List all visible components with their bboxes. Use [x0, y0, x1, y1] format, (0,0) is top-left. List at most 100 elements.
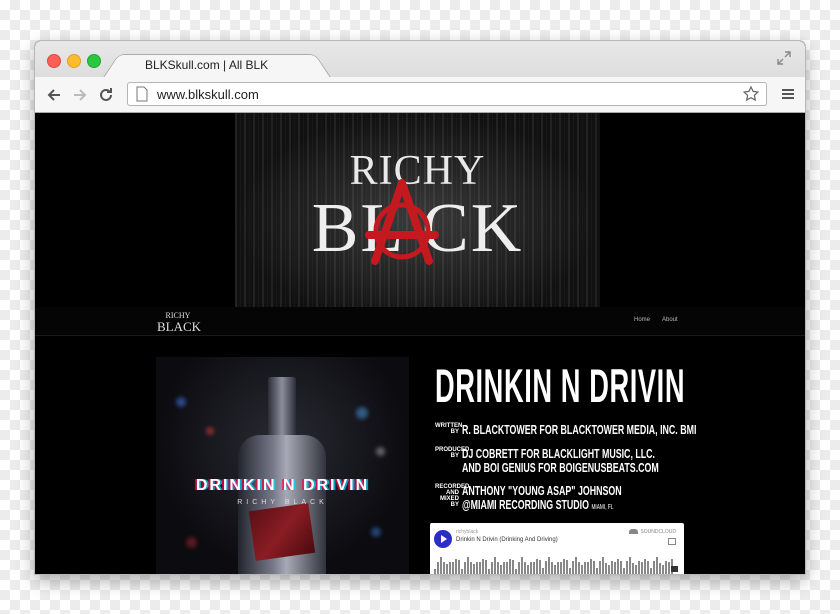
waveform-bar [512, 560, 514, 574]
waveform-bar [503, 561, 505, 574]
waveform-bar [467, 557, 469, 574]
waveform-bar [665, 561, 667, 574]
album-title: DRINKIN N DRIVIN [195, 477, 370, 494]
waveform-bar [488, 568, 490, 574]
waveform-bar [458, 559, 460, 574]
waveform-bar [647, 560, 649, 574]
waveform-bar [650, 567, 652, 574]
nav-link-about[interactable]: About [662, 317, 678, 323]
waveform-bar [509, 559, 511, 574]
waveform-bar [527, 564, 529, 574]
waveform-bar [524, 562, 526, 574]
url-text[interactable]: www.blkskull.com [157, 87, 259, 102]
waveform-bar [548, 557, 550, 574]
song-title: DRINKIN N DRIVIN [435, 359, 686, 412]
waveform-bar [563, 559, 565, 574]
track-duration-badge [671, 566, 678, 572]
waveform-bar [455, 559, 457, 574]
waveform-bar [575, 557, 577, 574]
soundcloud-track-title[interactable]: Drinkin N Drivin (Drinking And Driving) [456, 537, 558, 543]
waveform-bar [554, 564, 556, 574]
site-navbar: RICHY BLACK Home About [35, 307, 805, 336]
maximize-window-button[interactable] [87, 54, 101, 68]
forward-arrow-icon[interactable] [71, 86, 89, 104]
waveform-bar [602, 557, 604, 574]
close-window-button[interactable] [47, 54, 61, 68]
waveform-bar [560, 561, 562, 574]
produced-by-line1: DJ COBRETT FOR BLACKLIGHT MUSIC, LLC. [462, 446, 656, 461]
waveform-bar [443, 562, 445, 574]
browser-window: BLKSkull.com | All BLK www.blkskull.com [35, 41, 805, 574]
waveform-bar [608, 565, 610, 574]
waveform-bar [551, 562, 553, 574]
minimize-window-button[interactable] [67, 54, 81, 68]
written-by-text: R. BLACKTOWER FOR BLACKTOWER MEDIA, INC.… [462, 422, 697, 437]
play-button[interactable] [434, 530, 452, 548]
bottle-neck [268, 377, 296, 437]
waveform-bar [632, 562, 634, 574]
waveform-bar [662, 565, 664, 574]
share-icon[interactable] [668, 538, 676, 545]
page-viewport: RICHY BL CK RICHY BLACK Home About DRINK… [35, 113, 805, 574]
soundcloud-player: richyblack Drinkin N Drivin (Drinking An… [430, 523, 684, 574]
waveform-bar [611, 561, 613, 574]
hero-banner: RICHY BL CK [235, 113, 600, 307]
fullscreen-icon[interactable] [777, 51, 791, 65]
soundcloud-user[interactable]: richyblack [456, 529, 478, 535]
waveform-bar [536, 559, 538, 574]
waveform-bar [593, 560, 595, 574]
waveform-bar [659, 562, 661, 574]
soundcloud-logo[interactable]: SOUNDCLOUD [629, 529, 676, 535]
site-logo[interactable]: RICHY BLACK [157, 309, 201, 333]
waveform-bar [530, 561, 532, 574]
bookmark-star-icon[interactable] [742, 85, 760, 103]
waveform-bar [542, 568, 544, 574]
waveform-bar [464, 561, 466, 574]
waveform-bar [485, 560, 487, 574]
recorded-by-row: RECORDED AND MIXED BY ANTHONY "YOUNG ASA… [435, 484, 697, 515]
produced-by-row: PRODUCED BY DJ COBRETT FOR BLACKLIGHT MU… [435, 447, 751, 475]
waveform-bar [590, 559, 592, 574]
waveform-bar [656, 557, 658, 574]
waveform-bar [623, 568, 625, 574]
waveform-bar [491, 561, 493, 574]
waveform-bar [539, 560, 541, 574]
page-icon [136, 86, 148, 102]
song-credits: DRINKIN N DRIVIN WRITTEN BY R. BLACKTOWE… [435, 359, 696, 512]
waveform-bar [434, 569, 436, 574]
tab-title[interactable]: BLKSkull.com | All BLK [145, 58, 295, 72]
waveform-bar [506, 561, 508, 574]
waveform-bar [569, 568, 571, 574]
written-by-label: WRITTEN BY [435, 423, 463, 435]
waveform-bar [437, 561, 439, 574]
produced-by-label: PRODUCED BY [435, 447, 470, 459]
waveform-bar [635, 565, 637, 574]
album-cover: DRINKIN N DRIVIN RICHY BLACK [156, 357, 409, 574]
waveform[interactable] [434, 555, 680, 574]
waveform-bar [581, 564, 583, 574]
waveform-bar [617, 559, 619, 574]
waveform-bar [578, 562, 580, 574]
waveform-bar [482, 559, 484, 574]
waveform-bar [545, 561, 547, 574]
studio-location: MIAMI, FL [591, 504, 614, 511]
cloud-icon [629, 529, 639, 535]
waveform-bar [584, 561, 586, 574]
waveform-bar [476, 562, 478, 574]
waveform-bar [626, 561, 628, 574]
waveform-bar [479, 561, 481, 574]
written-by-row: WRITTEN BY R. BLACKTOWER FOR BLACKTOWER … [435, 423, 805, 437]
toolbar: www.blkskull.com [35, 77, 805, 112]
waveform-bar [587, 561, 589, 574]
address-bar[interactable]: www.blkskull.com [127, 82, 767, 106]
waveform-bar [614, 561, 616, 574]
hamburger-menu-icon[interactable] [781, 87, 795, 101]
back-arrow-icon[interactable] [45, 86, 63, 104]
reload-icon[interactable] [97, 86, 115, 104]
album-artist: RICHY BLACK [237, 499, 328, 506]
waveform-bar [641, 561, 643, 574]
waveform-bar [644, 559, 646, 574]
waveform-bar [572, 561, 574, 574]
browser-chrome: BLKSkull.com | All BLK www.blkskull.com [35, 41, 805, 113]
nav-link-home[interactable]: Home [634, 317, 650, 323]
